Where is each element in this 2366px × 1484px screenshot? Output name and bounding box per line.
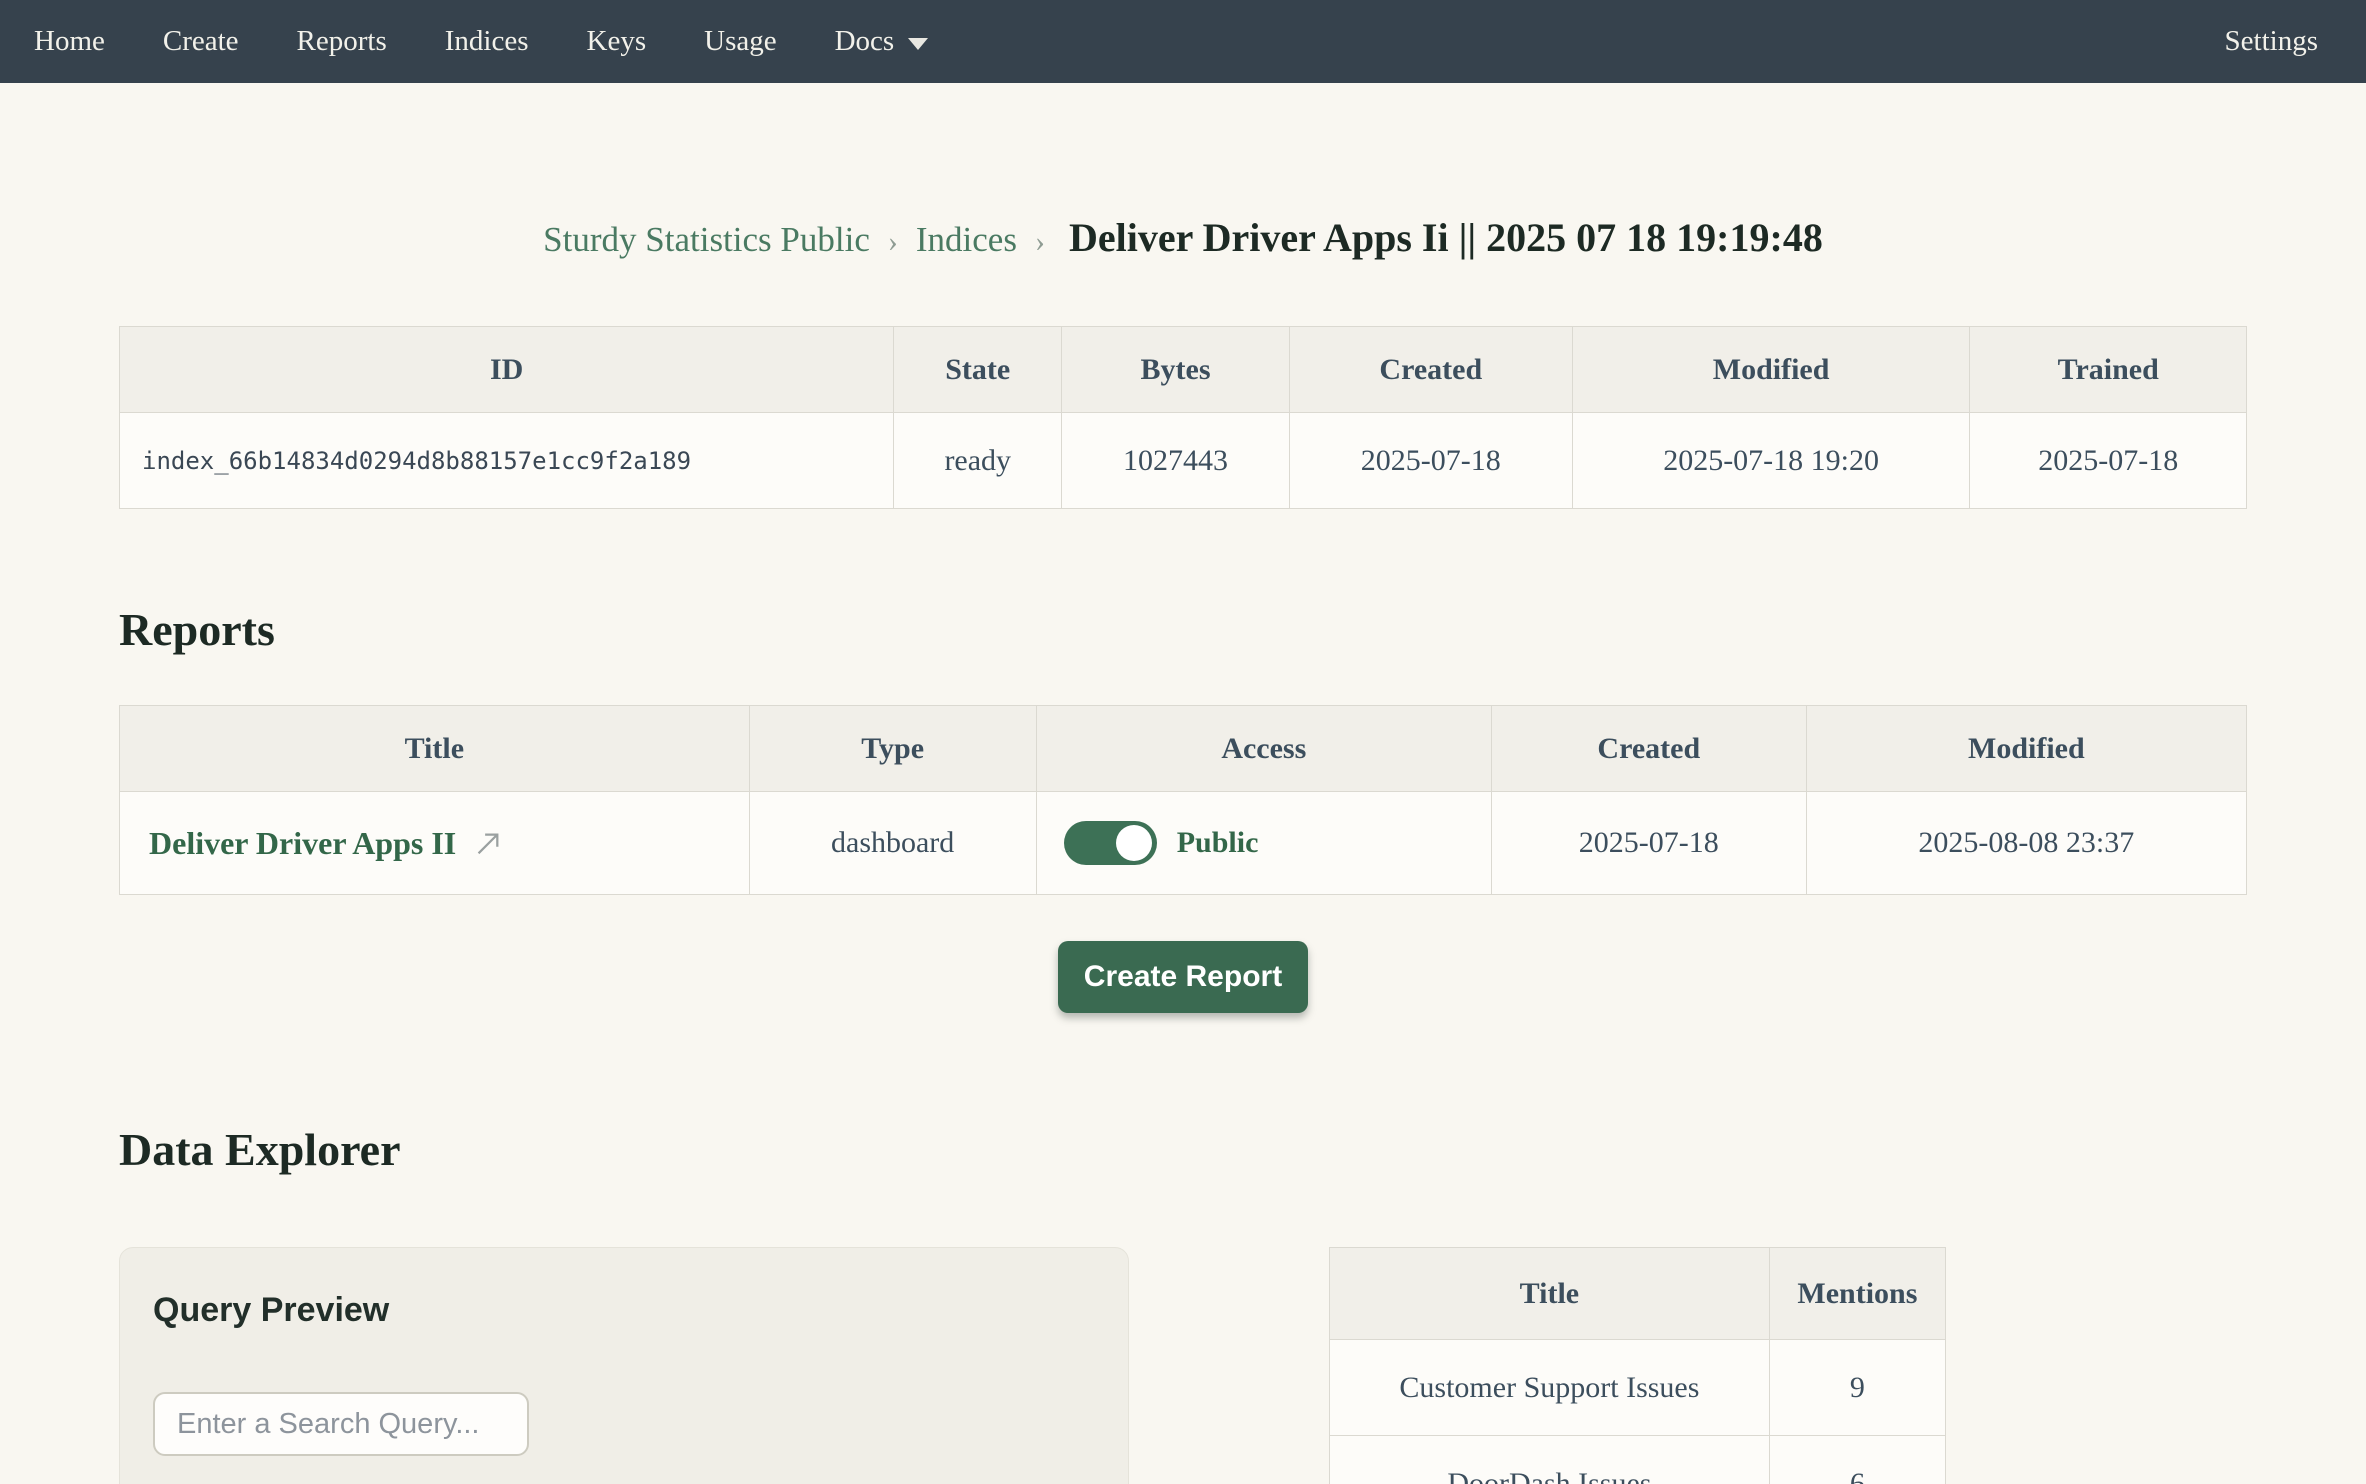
access-label: Public (1177, 826, 1259, 860)
nav-item-settings[interactable]: Settings (2225, 25, 2318, 58)
page-title: Deliver Driver Apps Ii || 2025 07 18 19:… (1069, 215, 1823, 260)
index-id-value: index_66b14834d0294d8b88157e1cc9f2a189 (120, 413, 894, 509)
query-preview-panel: Query Preview (119, 1247, 1129, 1484)
reports-table: Title Type Access Created Modified Deliv… (119, 705, 2247, 895)
nav-item-indices[interactable]: Indices (445, 25, 529, 58)
access-control: Public (1064, 821, 1491, 865)
index-modified-value: 2025-07-18 19:20 (1572, 413, 1970, 509)
query-preview-heading: Query Preview (153, 1290, 1095, 1330)
mentions-row: DoorDash Issues 6 (1330, 1436, 1946, 1484)
top-navbar: Home Create Reports Indices Keys Usage D… (0, 0, 2366, 83)
nav-links: Home Create Reports Indices Keys Usage D… (34, 25, 928, 58)
reports-col-created: Created (1491, 706, 1806, 792)
index-col-state: State (894, 327, 1062, 413)
mentions-row-title: Customer Support Issues (1330, 1340, 1770, 1436)
index-trained-value: 2025-07-18 (1970, 413, 2247, 509)
nav-item-keys[interactable]: Keys (587, 25, 647, 58)
breadcrumb-link-org[interactable]: Sturdy Statistics Public (543, 220, 870, 259)
mentions-row-title: DoorDash Issues (1330, 1436, 1770, 1484)
index-col-trained: Trained (1970, 327, 2247, 413)
index-bytes-value: 1027443 (1062, 413, 1290, 509)
nav-item-create[interactable]: Create (163, 25, 239, 58)
search-query-input[interactable] (153, 1392, 529, 1456)
index-table-header-row: ID State Bytes Created Modified Trained (120, 327, 2247, 413)
index-state-value: ready (894, 413, 1062, 509)
public-toggle[interactable] (1064, 821, 1157, 865)
mentions-col-title: Title (1330, 1248, 1770, 1340)
breadcrumb-separator: › (888, 225, 898, 258)
toggle-knob-icon (1116, 825, 1152, 861)
mentions-col-mentions: Mentions (1769, 1248, 1945, 1340)
nav-item-reports[interactable]: Reports (297, 25, 387, 58)
mentions-row-count: 6 (1769, 1436, 1945, 1484)
breadcrumb: Sturdy Statistics Public › Indices › Del… (119, 214, 2247, 271)
nav-item-docs-label: Docs (835, 25, 895, 58)
nav-item-docs[interactable]: Docs (835, 25, 929, 58)
report-modified-value: 2025-08-08 23:37 (1806, 792, 2246, 895)
reports-col-access: Access (1036, 706, 1491, 792)
index-created-value: 2025-07-18 (1289, 413, 1572, 509)
index-col-bytes: Bytes (1062, 327, 1290, 413)
mentions-header-row: Title Mentions (1330, 1248, 1946, 1340)
create-report-button[interactable]: Create Report (1058, 941, 1308, 1013)
create-report-row: Create Report (119, 941, 2247, 1013)
reports-col-modified: Modified (1806, 706, 2246, 792)
mentions-table: Title Mentions Customer Support Issues 9… (1329, 1247, 1946, 1484)
mentions-row: Customer Support Issues 9 (1330, 1340, 1946, 1436)
index-col-created: Created (1289, 327, 1572, 413)
report-title-link[interactable]: Deliver Driver Apps II (149, 825, 502, 862)
reports-col-type: Type (749, 706, 1036, 792)
index-table-row: index_66b14834d0294d8b88157e1cc9f2a189 r… (120, 413, 2247, 509)
index-col-id: ID (120, 327, 894, 413)
index-table: ID State Bytes Created Modified Trained … (119, 326, 2247, 509)
breadcrumb-separator: › (1035, 225, 1045, 258)
page-content: Sturdy Statistics Public › Indices › Del… (0, 214, 2366, 1484)
reports-table-header-row: Title Type Access Created Modified (120, 706, 2247, 792)
reports-heading: Reports (119, 605, 2247, 655)
mentions-row-count: 9 (1769, 1340, 1945, 1436)
caret-down-icon (908, 38, 928, 50)
nav-item-usage[interactable]: Usage (704, 25, 776, 58)
data-explorer-heading: Data Explorer (119, 1125, 2247, 1175)
report-created-value: 2025-07-18 (1491, 792, 1806, 895)
breadcrumb-link-indices[interactable]: Indices (916, 220, 1017, 259)
report-type-value: dashboard (749, 792, 1036, 895)
mentions-table-wrap: Title Mentions Customer Support Issues 9… (1329, 1247, 1946, 1484)
reports-col-title: Title (120, 706, 750, 792)
nav-item-home[interactable]: Home (34, 25, 105, 58)
index-col-modified: Modified (1572, 327, 1970, 413)
data-explorer-section: Query Preview Title Mentions Customer Su… (119, 1247, 2247, 1484)
external-link-icon (472, 828, 502, 858)
report-title-text: Deliver Driver Apps II (149, 825, 456, 862)
report-row: Deliver Driver Apps II dashboard Public (120, 792, 2247, 895)
